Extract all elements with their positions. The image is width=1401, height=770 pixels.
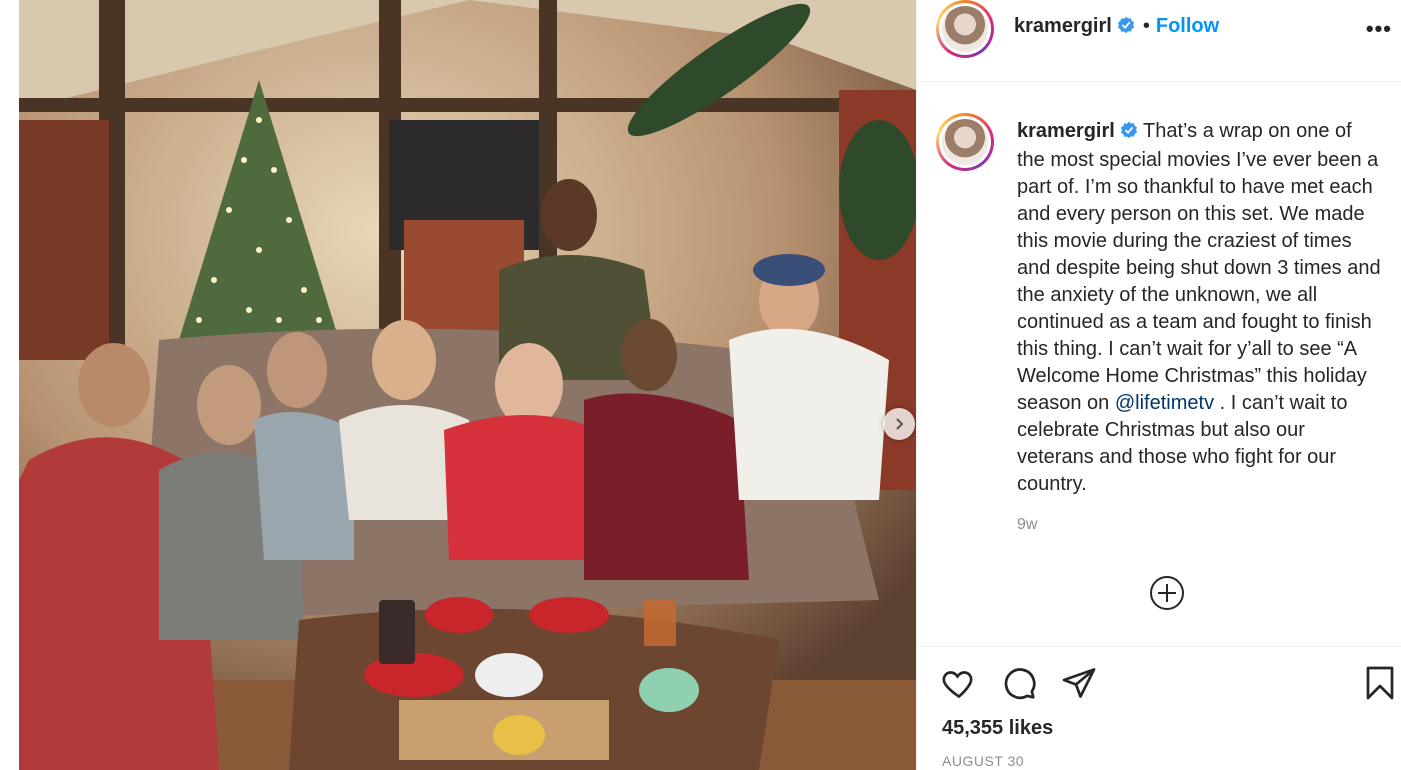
like-count[interactable]: 45,355 likes — [942, 717, 1053, 740]
comment-button[interactable] — [1001, 665, 1037, 706]
post-sidebar: kramergirl • Follow ••• kramergirl That’s … — [916, 0, 1401, 770]
follow-button[interactable]: Follow — [1156, 15, 1219, 37]
avatar-image — [942, 6, 988, 52]
header-user-row: kramergirl • Follow — [1014, 15, 1219, 39]
verified-badge-icon — [1117, 16, 1135, 39]
caption-avatar[interactable] — [936, 113, 994, 171]
chevron-right-icon — [896, 418, 904, 430]
mention-link[interactable]: @lifetimetv — [1115, 392, 1214, 414]
post-age[interactable]: 9w — [1017, 516, 1037, 534]
bookmark-icon — [1366, 666, 1394, 700]
save-button[interactable] — [1362, 665, 1398, 706]
caption-text: That’s a wrap on one of the most special… — [1017, 120, 1381, 414]
load-more-comments-button[interactable] — [1149, 575, 1185, 616]
header-username[interactable]: kramergirl — [1014, 15, 1112, 37]
like-button[interactable] — [941, 665, 977, 706]
paper-plane-icon — [1062, 668, 1096, 698]
post-photo[interactable] — [19, 0, 916, 770]
post-header: kramergirl • Follow ••• — [917, 0, 1401, 82]
next-photo-button[interactable] — [883, 408, 915, 440]
more-options-button[interactable]: ••• — [1366, 16, 1392, 42]
heart-icon — [942, 671, 973, 699]
caption-username[interactable]: kramergirl — [1017, 120, 1115, 142]
share-button[interactable] — [1061, 665, 1097, 706]
author-avatar[interactable] — [936, 0, 994, 58]
separator-dot: • — [1142, 15, 1150, 37]
verified-badge-icon — [1120, 120, 1138, 147]
comment-bubble-icon — [1004, 668, 1036, 700]
post-caption: kramergirl That’s a wrap on one of the m… — [1017, 118, 1382, 498]
group-photo-illustration — [19, 0, 916, 770]
page-gutter — [0, 0, 19, 770]
avatar-image — [942, 119, 988, 165]
post-date[interactable]: AUGUST 30 — [942, 753, 1024, 769]
post-actions: 45,355 likes AUGUST 30 — [917, 646, 1401, 770]
plus-circle-icon — [1150, 576, 1184, 610]
